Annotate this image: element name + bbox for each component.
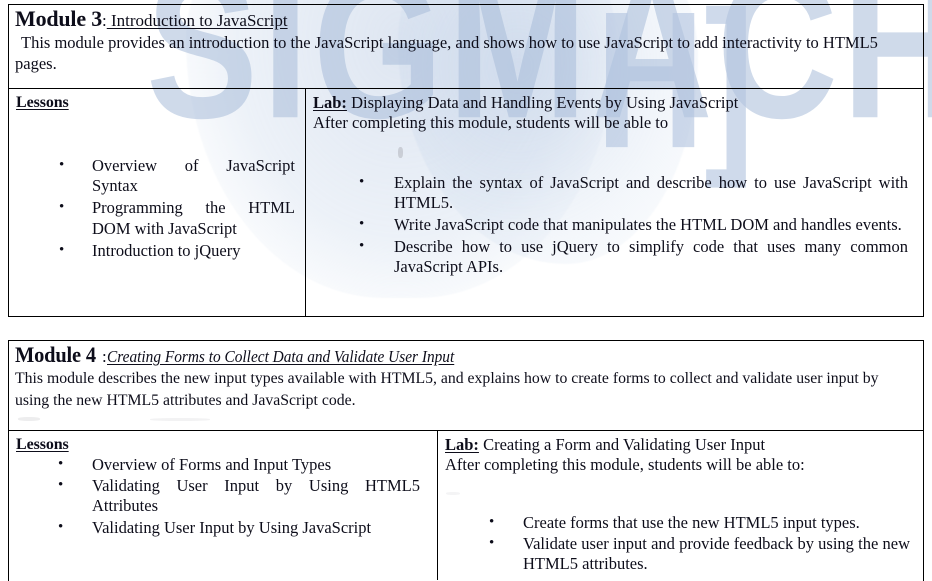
module-4-lab-title-line: Lab: Creating a Form and Validating User… [445, 435, 916, 455]
list-item: Validating User Input by Using JavaScrip… [58, 518, 420, 538]
module-4-lessons-cell: Lessons Overview of Forms and Input Type… [9, 431, 438, 580]
module-4-lessons-list: Overview of Forms and Input Types Valida… [16, 455, 430, 538]
module-3-description: This module provides an introduction to … [15, 32, 878, 74]
list-item: Write JavaScript code that manipulates t… [359, 215, 908, 235]
list-item: Validate user input and provide feedback… [489, 534, 910, 574]
module-3-lab-key: Lab: [313, 93, 347, 112]
module-4-body: Lessons Overview of Forms and Input Type… [9, 431, 923, 580]
list-item: Programming the HTML DOM with JavaScript [59, 198, 295, 238]
list-item: Introduction to jQuery [59, 241, 295, 261]
module-4-label: Module 4 [15, 342, 96, 367]
module-4-lab-cell: Lab: Creating a Form and Validating User… [438, 431, 923, 580]
module-3-lessons-heading: Lessons [16, 94, 69, 111]
module-4-block: Module 4: Creating Forms to Collect Data… [8, 340, 924, 581]
module-3-lab-cell: Lab: Displaying Data and Handling Events… [306, 89, 923, 316]
module-3-header: Module 3: Introduction to JavaScript Thi… [9, 5, 923, 89]
list-item: Create forms that use the new HTML5 inpu… [489, 513, 910, 533]
module-4-lab-objectives-list: Create forms that use the new HTML5 inpu… [445, 513, 916, 574]
module-4-subtitle: Creating Forms to Collect Data and Valid… [106, 347, 454, 366]
module-3-lab-title: Displaying Data and Handling Events by U… [346, 93, 739, 112]
module-3-lab-title-line: Lab: Displaying Data and Handling Events… [313, 93, 916, 113]
module-3-body: Lessons Overview of JavaScript Syntax Pr… [9, 89, 923, 316]
module-4-header: Module 4: Creating Forms to Collect Data… [9, 341, 923, 431]
module-3-lab-after-text: After completing this module, students w… [313, 113, 669, 133]
module-3-label: Module 3 [15, 6, 103, 31]
list-item: Overview of JavaScript Syntax [59, 156, 295, 196]
module-4-lab-key: Lab: [445, 435, 479, 454]
module-4-description: This module describes the new input type… [15, 369, 879, 409]
module-4-lab-title: Creating a Form and Validating User Inpu… [478, 435, 766, 454]
module-3-lab-objectives-list: Explain the syntax of JavaScript and des… [313, 173, 916, 278]
module-3-lessons-list: Overview of JavaScript Syntax Programmin… [16, 156, 298, 261]
list-item: Describe how to use jQuery to simplify c… [359, 237, 908, 277]
list-item: Validating User Input by Using HTML5 Att… [58, 476, 420, 516]
module-4-title: Module 4: Creating Forms to Collect Data… [15, 343, 917, 367]
list-item: Explain the syntax of JavaScript and des… [359, 173, 908, 213]
list-item: Overview of Forms and Input Types [58, 455, 420, 475]
module-4-lab-after-text: After completing this module, students w… [445, 455, 805, 475]
module-3-lessons-cell: Lessons Overview of JavaScript Syntax Pr… [9, 89, 306, 316]
module-3-block: Module 3: Introduction to JavaScript Thi… [8, 4, 924, 317]
module-4-lessons-heading: Lessons [16, 436, 69, 453]
module-3-title: Module 3: Introduction to JavaScript [15, 7, 917, 31]
module-3-subtitle: Introduction to JavaScript [106, 11, 288, 30]
